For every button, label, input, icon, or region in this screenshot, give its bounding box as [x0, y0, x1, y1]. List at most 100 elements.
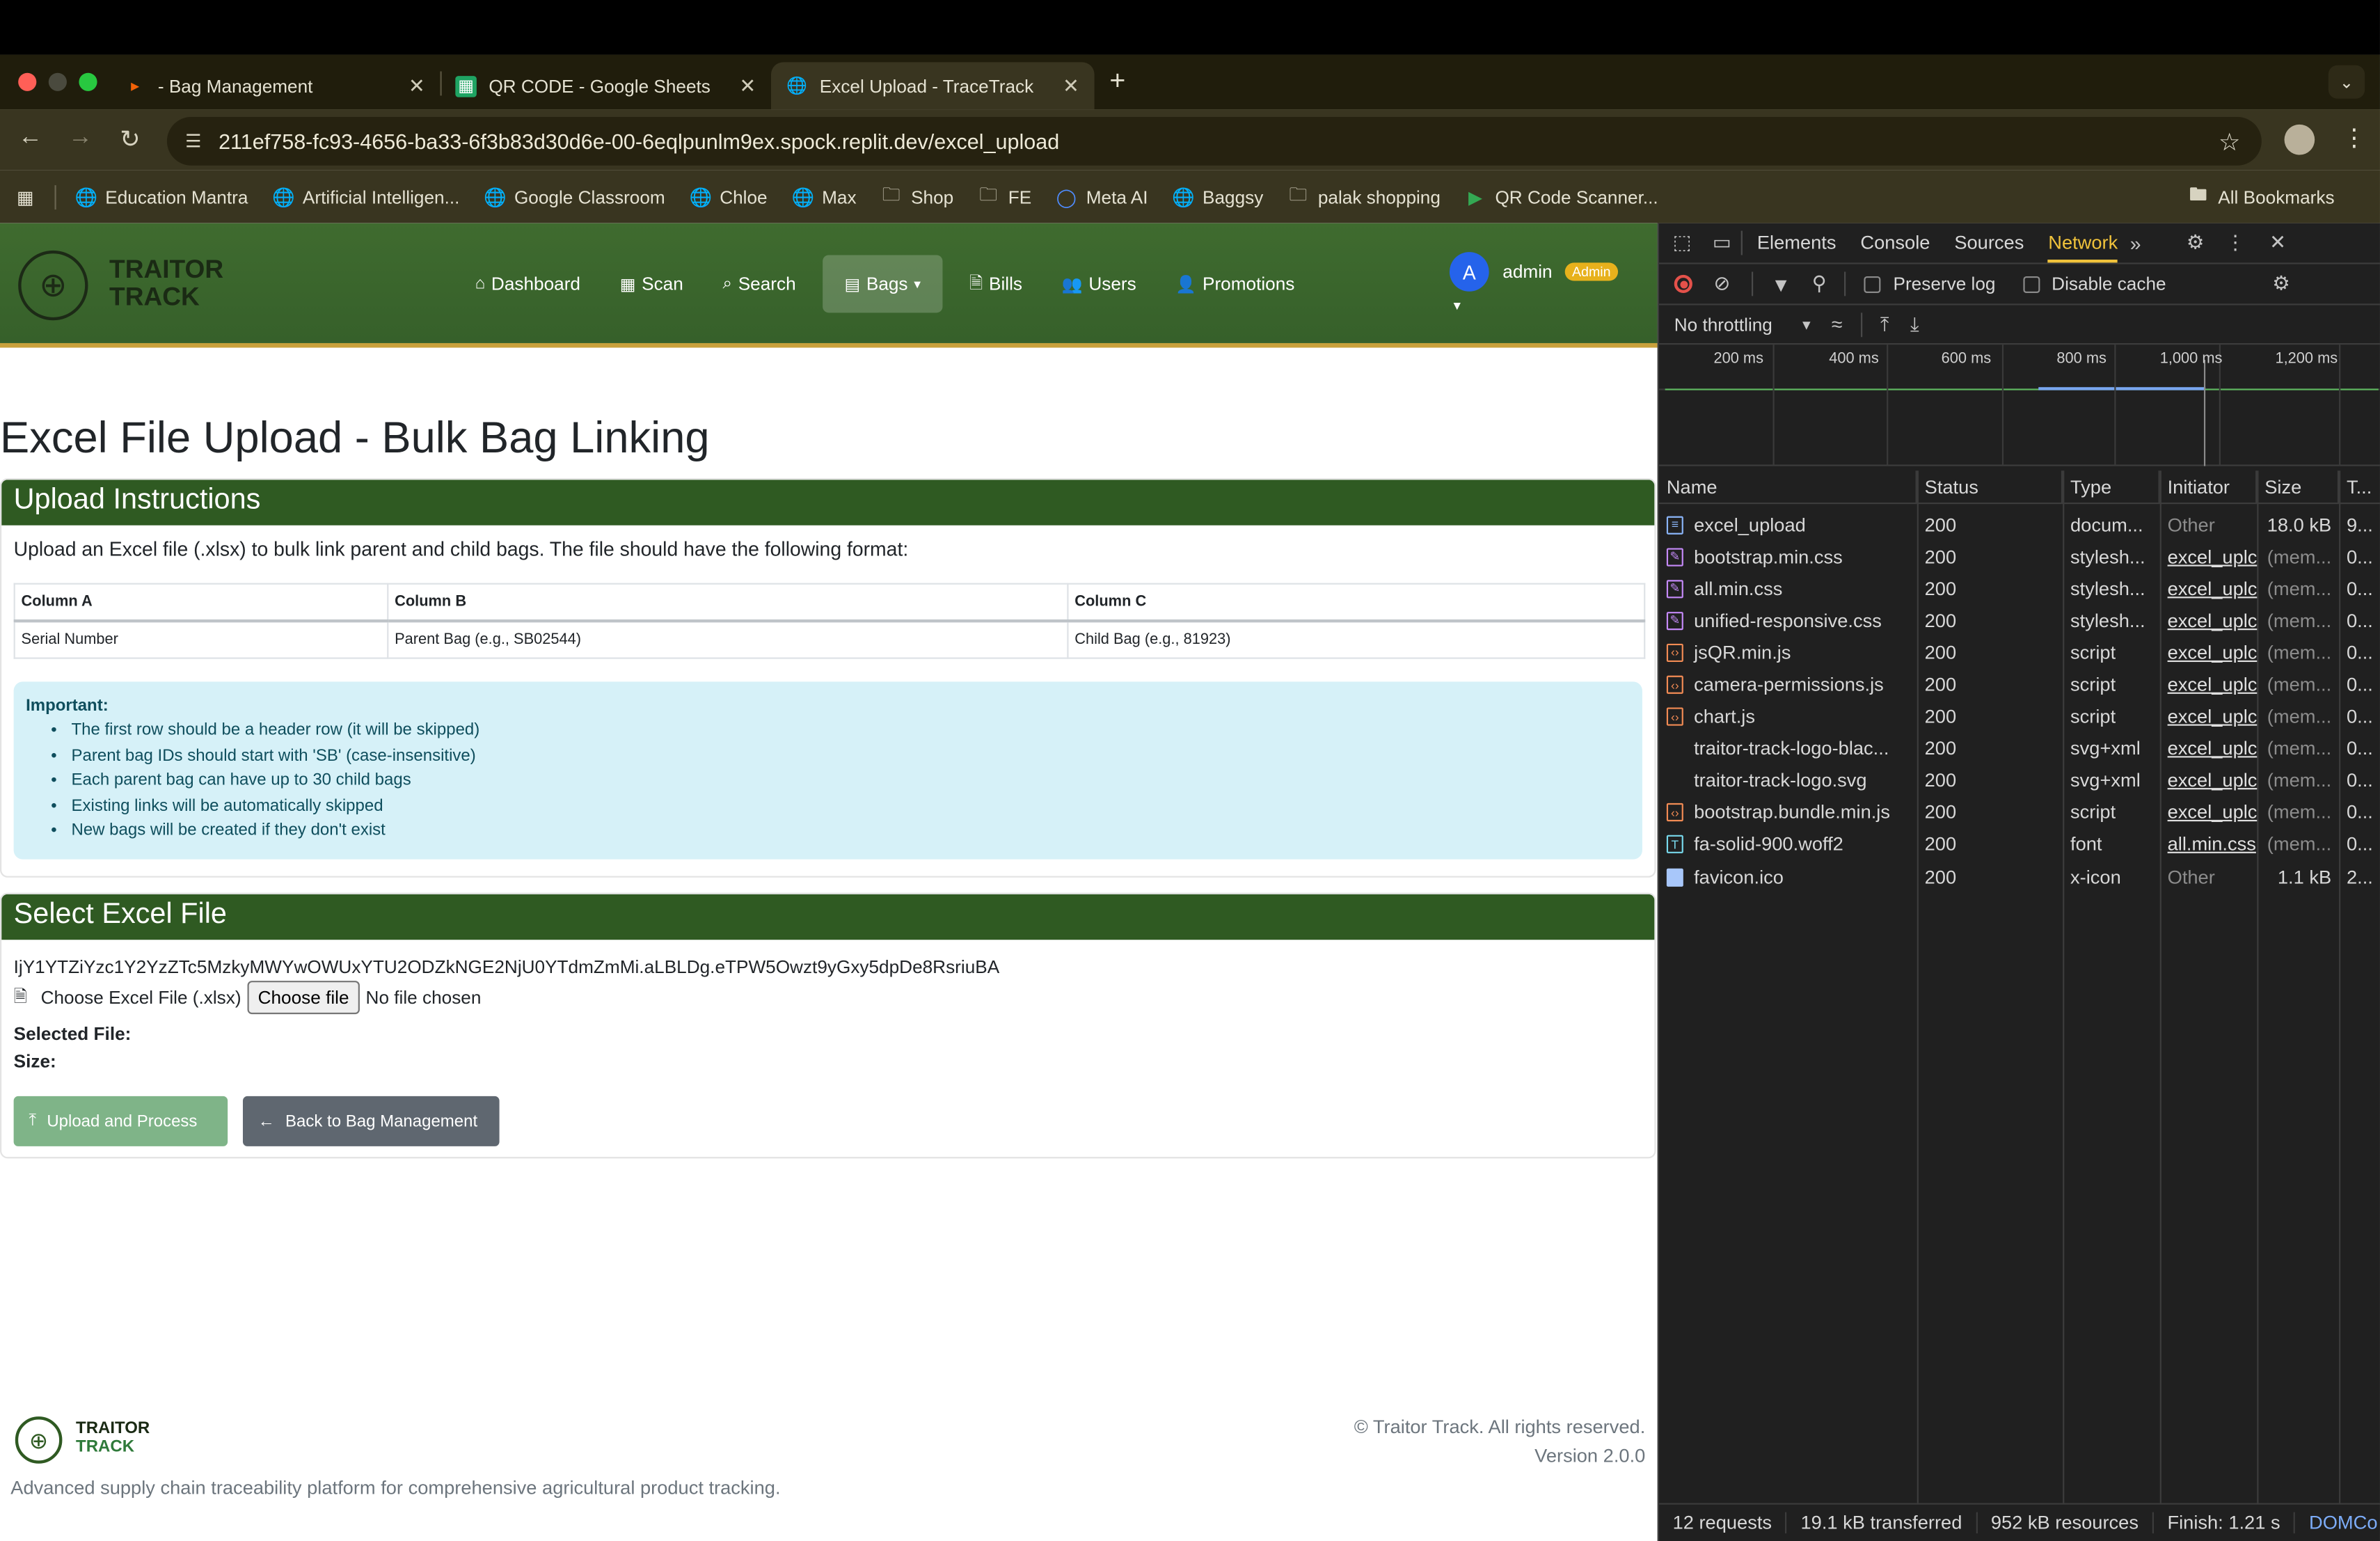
- profile-avatar[interactable]: [2284, 124, 2315, 155]
- filter-icon[interactable]: ▼: [1771, 273, 1791, 296]
- url-text: 211ef758-fc93-4656-ba33-6f3b83d30d6e-00-…: [219, 129, 1060, 154]
- bookmark-item[interactable]: 🌐 Artificial Intelligen...: [272, 181, 459, 213]
- traitor-track-logo[interactable]: ⊕: [18, 250, 88, 321]
- back-arrow-icon[interactable]: ←: [18, 125, 42, 152]
- close-window-button[interactable]: [18, 72, 37, 91]
- search-icon[interactable]: ⚲: [1812, 271, 1827, 296]
- record-icon[interactable]: [1674, 274, 1692, 293]
- file-icon: 🗎: [969, 274, 983, 292]
- network-request-row[interactable]: traitor-track-logo.svg 200 svg+xml excel_up…: [1659, 765, 2380, 797]
- throttling-select[interactable]: No throttling: [1674, 313, 1772, 335]
- network-request-row[interactable]: ‹› camera-permissions.js 200 script excel_up…: [1659, 669, 2380, 701]
- back-to-bag-management-button[interactable]: ← Back to Bag Management: [242, 1096, 500, 1146]
- bookmark-item[interactable]: 🌐 Max: [792, 181, 857, 213]
- nav-bags[interactable]: ▤ Bags ▾: [823, 255, 942, 313]
- nav-search[interactable]: ⌕ Search: [711, 255, 808, 313]
- network-request-row[interactable]: traitor-track-logo-blac... 200 svg+xml exce…: [1659, 733, 2380, 765]
- tab-network[interactable]: Network: [2048, 232, 2118, 263]
- tab-sources[interactable]: Sources: [1954, 232, 2024, 254]
- brand-name[interactable]: TRAITOR TRACK: [109, 256, 223, 312]
- bookmark-item[interactable]: 🗀 Shop: [880, 181, 954, 213]
- nav-bills[interactable]: 🗎 Bills: [957, 255, 1034, 313]
- devtools-menu-icon[interactable]: ⋮: [2226, 231, 2245, 255]
- reload-icon[interactable]: ↻: [120, 125, 140, 155]
- bookmark-item[interactable]: 🗀 palak shopping: [1287, 181, 1441, 213]
- list-item: Each parent bag can have up to 30 child …: [72, 768, 1631, 793]
- import-har-icon[interactable]: ⤒: [1880, 312, 1889, 336]
- new-tab-button[interactable]: +: [1109, 65, 1125, 97]
- device-toolbar-icon[interactable]: ▭: [1713, 231, 1731, 255]
- bookmark-item[interactable]: 🌐 Education Mantra: [75, 181, 248, 213]
- column-header-2[interactable]: Type: [2063, 471, 2160, 503]
- tab-excel-upload[interactable]: 🌐 Excel Upload - TraceTrack ✕: [770, 62, 1095, 110]
- bookmark-item[interactable]: 🌐 Chloe: [690, 181, 768, 213]
- chevron-down-icon[interactable]: ▼: [1800, 317, 1813, 332]
- network-request-row[interactable]: ✎ unified-responsive.css 200 stylesh... exce…: [1659, 605, 2380, 637]
- network-overview-timeline[interactable]: 200 ms 400 ms 600 ms 800 ms 1,000 ms 1,200 ms: [1658, 345, 2380, 466]
- export-har-icon[interactable]: ⤓: [1910, 312, 1919, 336]
- request-type: script: [2070, 642, 2116, 664]
- choose-file-button[interactable]: Choose file: [247, 981, 360, 1015]
- size-label: Size:: [13, 1050, 56, 1072]
- maximize-window-button[interactable]: [79, 72, 97, 91]
- site-info-icon[interactable]: ☰: [185, 131, 216, 152]
- nav-dashboard[interactable]: ⌂ Dashboard: [463, 255, 592, 313]
- request-status: 200: [1924, 642, 1957, 664]
- close-icon[interactable]: ✕: [1063, 74, 1079, 98]
- tab-bag-management[interactable]: ▸ - Bag Management ✕: [109, 62, 440, 109]
- preserve-log-checkbox[interactable]: [1864, 275, 1882, 292]
- tab-google-sheets[interactable]: ▦ QR CODE - Google Sheets ✕: [441, 62, 771, 109]
- minimize-window-button[interactable]: [48, 72, 67, 91]
- column-header-3[interactable]: Initiator: [2160, 471, 2258, 503]
- all-bookmarks-button[interactable]: 🖿 All Bookmarks: [2188, 181, 2335, 213]
- network-request-row[interactable]: ‹› jsQR.min.js 200 script excel_uplc (mem... 0…: [1659, 637, 2380, 669]
- request-type: docum...: [2070, 514, 2143, 536]
- network-request-row[interactable]: ✎ bootstrap.min.css 200 stylesh... excel_upl…: [1659, 541, 2380, 573]
- more-tabs-icon[interactable]: »: [2130, 232, 2141, 255]
- request-initiator: excel_uplc: [2167, 674, 2258, 696]
- inspect-element-icon[interactable]: ⬚: [1673, 231, 1692, 255]
- tab-search-button[interactable]: ⌄: [2328, 65, 2365, 99]
- bookmark-label: Meta AI: [1086, 186, 1148, 207]
- disable-cache-checkbox[interactable]: [2022, 275, 2040, 292]
- bookmark-item[interactable]: 🗀 FE: [978, 181, 1031, 213]
- settings-gear-icon[interactable]: ⚙: [2187, 231, 2204, 255]
- bookmark-item[interactable]: 🌐 Google Classroom: [484, 181, 665, 213]
- forward-arrow-icon[interactable]: →: [68, 125, 93, 152]
- request-initiator: all.min.css: [2167, 834, 2256, 856]
- network-settings-icon[interactable]: ⚙: [2272, 271, 2290, 296]
- nav-promotions[interactable]: 👤 Promotions: [1164, 255, 1307, 313]
- apps-grid-icon[interactable]: ▦: [17, 186, 34, 207]
- nav-users[interactable]: 👥 Users: [1049, 255, 1148, 313]
- network-request-row[interactable]: ‹› bootstrap.bundle.min.js 200 script excel_…: [1659, 797, 2380, 829]
- column-header-5[interactable]: T...: [2339, 471, 2380, 503]
- user-menu[interactable]: A admin Admin: [1449, 252, 1619, 292]
- network-request-row[interactable]: Tfa-solid-900.woff2 200 font all.min.css (me…: [1659, 829, 2380, 861]
- upload-and-process-button[interactable]: ⤒ Upload and Process: [13, 1096, 228, 1146]
- user-caret-icon[interactable]: ▼: [1451, 299, 1463, 313]
- close-devtools-icon[interactable]: ✕: [2269, 231, 2286, 255]
- bookmark-star-icon[interactable]: ☆: [2219, 127, 2240, 158]
- address-bar[interactable]: ☰ 211ef758-fc93-4656-ba33-6f3b83d30d6e-0…: [166, 116, 2262, 166]
- close-icon[interactable]: ✕: [408, 74, 425, 98]
- column-header-0[interactable]: Name: [1659, 471, 1917, 503]
- request-name-cell: ✎ unified-responsive.css: [1659, 610, 1917, 631]
- close-icon[interactable]: ✕: [739, 74, 756, 98]
- tab-elements[interactable]: Elements: [1757, 232, 1836, 254]
- tab-console[interactable]: Console: [1860, 232, 1930, 254]
- network-conditions-icon[interactable]: ≈: [1832, 313, 1843, 335]
- network-request-row[interactable]: ✎ all.min.css 200 stylesh... excel_uplc (mem.…: [1659, 573, 2380, 605]
- network-request-row[interactable]: ≡ excel_upload 200 docum... Other 18.0 kB 9...: [1659, 509, 2380, 541]
- network-request-row[interactable]: favicon.ico 200 x-icon Other 1.1 kB 2...: [1659, 861, 2380, 893]
- column-header-1[interactable]: Status: [1917, 471, 2063, 503]
- clear-icon[interactable]: ⊘: [1713, 271, 1730, 296]
- nav-scan[interactable]: ▦ Scan: [608, 255, 695, 313]
- browser-menu-icon[interactable]: ⋮: [2342, 123, 2366, 154]
- font-icon: T: [1666, 835, 1683, 854]
- bookmark-item[interactable]: 🌐 Baggsy: [1172, 181, 1263, 213]
- network-request-row[interactable]: ‹› chart.js 200 script excel_uplc (mem... 0...: [1659, 701, 2380, 733]
- bookmark-item[interactable]: ◯ Meta AI: [1056, 181, 1148, 213]
- column-header-4[interactable]: Size: [2257, 471, 2340, 503]
- file-input-row: 🗎 Choose Excel File (.xlsx) Choose file …: [14, 981, 1642, 1015]
- bookmark-item[interactable]: ▶ QR Code Scanner...: [1465, 181, 1658, 213]
